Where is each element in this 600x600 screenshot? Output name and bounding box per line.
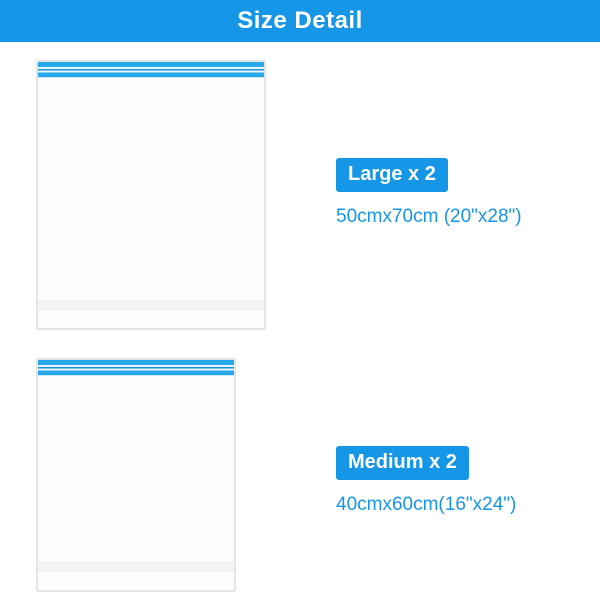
size-badge-medium: Medium x 2 (336, 446, 469, 480)
size-info-medium: Medium x 2 40cmx60cm(16"x24") (336, 446, 516, 516)
content-area: Large x 2 50cmx70cm (20"x28") Medium x 2… (0, 42, 600, 600)
header-bar: Size Detail (0, 0, 600, 42)
bag-illustration-large (36, 60, 266, 330)
bag-seal-icon (38, 300, 264, 310)
size-dimensions-medium: 40cmx60cm(16"x24") (336, 494, 516, 516)
bag-zipper-icon (38, 62, 264, 78)
size-dimensions-large: 50cmx70cm (20"x28") (336, 206, 522, 228)
bag-zipper-icon (38, 360, 234, 376)
size-badge-large: Large x 2 (336, 158, 448, 192)
header-title: Size Detail (237, 7, 363, 35)
bag-seal-icon (38, 562, 234, 572)
size-info-large: Large x 2 50cmx70cm (20"x28") (336, 158, 522, 228)
bag-illustration-medium (36, 358, 236, 592)
